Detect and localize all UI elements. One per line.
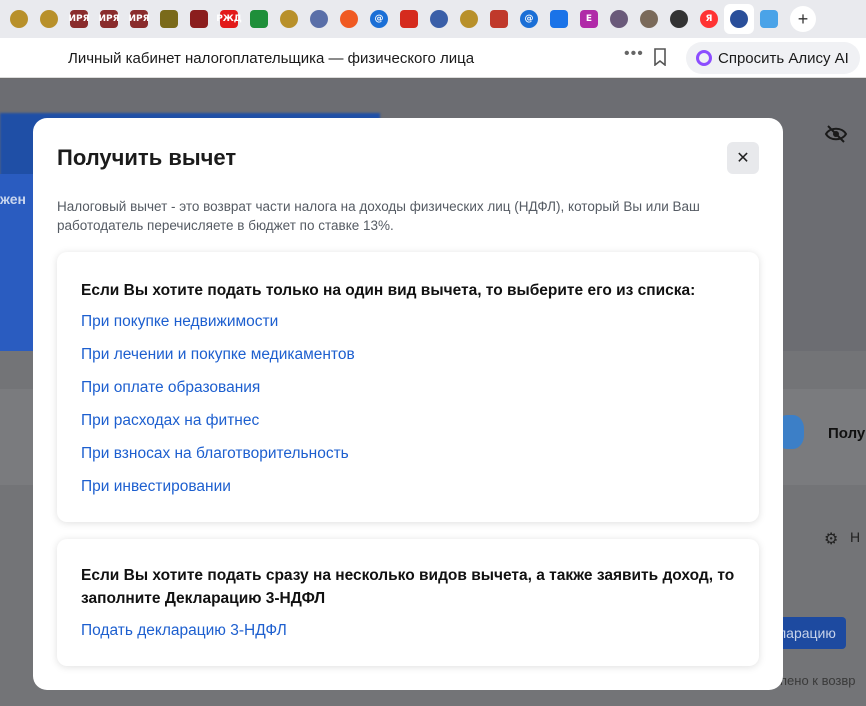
link-file-declaration[interactable]: Подать декларацию 3-НДФЛ xyxy=(81,622,287,640)
side-label-fragment: Полу xyxy=(828,425,866,442)
browser-tab[interactable] xyxy=(724,4,754,34)
browser-tab[interactable] xyxy=(154,4,184,34)
browser-tab[interactable] xyxy=(454,4,484,34)
fns-icon xyxy=(430,10,448,28)
multiple-deduction-section: Если Вы хотите подать сразу на несколько… xyxy=(57,539,759,666)
close-button[interactable]: ✕ xyxy=(727,142,759,174)
rzd-icon: РЖД xyxy=(216,10,242,28)
link-fitness[interactable]: При расходах на фитнес xyxy=(81,412,259,430)
background-declaration-button: ларацию xyxy=(772,617,846,649)
browser-tab[interactable] xyxy=(274,4,304,34)
single-deduction-section: Если Вы хотите подать только на один вид… xyxy=(57,252,759,522)
browser-tab[interactable] xyxy=(304,4,334,34)
close-icon: ✕ xyxy=(736,150,750,167)
browser-tab[interactable]: РЖД xyxy=(214,4,244,34)
chart-icon xyxy=(760,10,778,28)
alice-icon xyxy=(670,10,688,28)
alice-icon xyxy=(696,50,712,66)
link-medical[interactable]: При лечении и покупке медикаментов xyxy=(81,346,355,364)
single-deduction-heading: Если Вы хотите подать только на один вид… xyxy=(81,282,696,299)
browser-tab[interactable] xyxy=(634,4,664,34)
link-education[interactable]: При оплате образования xyxy=(81,379,260,397)
dialog-description: Налоговый вычет - это возврат части нало… xyxy=(57,199,700,233)
browser-tab[interactable]: ИРЯ xyxy=(124,4,154,34)
browser-tab[interactable] xyxy=(604,4,634,34)
browser-address-bar: Личный кабинет налогоплательщика — физич… xyxy=(0,38,866,78)
link-real-estate[interactable]: При покупке недвижимости xyxy=(81,313,278,331)
more-options-icon[interactable]: ••• xyxy=(624,45,644,63)
fns-icon xyxy=(730,10,748,28)
browser-tab[interactable] xyxy=(664,4,694,34)
eagle-icon xyxy=(160,10,178,28)
bookmark-icon[interactable] xyxy=(652,48,668,66)
at-icon: @ xyxy=(520,10,538,28)
get-deduction-dialog: Получить вычет ✕ Налоговый вычет - это в… xyxy=(33,118,783,690)
new-tab-button[interactable]: + xyxy=(790,6,816,32)
mail-icon xyxy=(550,10,568,28)
multiple-deduction-heading: Если Вы хотите подать сразу на несколько… xyxy=(81,567,735,607)
emblem-icon xyxy=(280,10,298,28)
page-title[interactable]: Личный кабинет налогоплательщика — физич… xyxy=(68,50,474,67)
browser-tab[interactable]: @ xyxy=(514,4,544,34)
browser-tab[interactable] xyxy=(484,4,514,34)
at-icon: @ xyxy=(370,10,388,28)
gear-icon: ⚙ xyxy=(824,531,839,548)
yandex-icon: Я xyxy=(700,10,718,28)
link-charity[interactable]: При взносах на благотворительность xyxy=(81,445,349,463)
browser-tab[interactable] xyxy=(184,4,214,34)
browser-tab[interactable]: ИРЯ xyxy=(64,4,94,34)
settings-label-fragment: Н xyxy=(850,529,861,545)
browser-tab[interactable] xyxy=(394,4,424,34)
ask-alice-button[interactable]: Спросить Алису AI xyxy=(686,42,860,74)
e-icon: E xyxy=(580,10,598,28)
browser-tab[interactable] xyxy=(754,4,784,34)
emblem-icon xyxy=(10,10,28,28)
mirea-icon: ИРЯ xyxy=(98,10,120,28)
browser-tab[interactable] xyxy=(424,4,454,34)
leaf-icon xyxy=(250,10,268,28)
emblem-icon xyxy=(40,10,58,28)
browser-tab[interactable] xyxy=(4,4,34,34)
dialog-title: Получить вычет xyxy=(57,145,237,170)
avatar-icon xyxy=(640,10,658,28)
hide-eye-icon xyxy=(824,125,848,143)
flower-icon xyxy=(340,10,358,28)
ask-alice-label: Спросить Алису AI xyxy=(718,49,849,67)
browser-tab[interactable] xyxy=(34,4,64,34)
link-investment[interactable]: При инвестировании xyxy=(81,478,231,496)
mirea-icon: ИРЯ xyxy=(68,10,90,28)
browser-tab[interactable] xyxy=(334,4,364,34)
flag-icon xyxy=(400,10,418,28)
museum-icon xyxy=(190,10,208,28)
footer-text-fragment: пено к возвр xyxy=(780,673,856,688)
shield-icon xyxy=(490,10,508,28)
avatar-icon xyxy=(310,10,328,28)
emblem-icon xyxy=(460,10,478,28)
mirea-icon: ИРЯ xyxy=(128,10,150,28)
background-button-label: ларацию xyxy=(778,625,836,641)
browser-tab-strip: ИРЯ ИРЯ ИРЯ РЖД @ @ E Я + xyxy=(0,0,866,38)
browser-tab[interactable]: @ xyxy=(364,4,394,34)
browser-tab[interactable] xyxy=(544,4,574,34)
avatar-icon xyxy=(610,10,628,28)
browser-tab[interactable]: Я xyxy=(694,4,724,34)
browser-tab[interactable]: ИРЯ xyxy=(94,4,124,34)
browser-tab[interactable]: E xyxy=(574,4,604,34)
browser-tab[interactable] xyxy=(244,4,274,34)
hero-text-fragment: жен xyxy=(0,191,26,207)
